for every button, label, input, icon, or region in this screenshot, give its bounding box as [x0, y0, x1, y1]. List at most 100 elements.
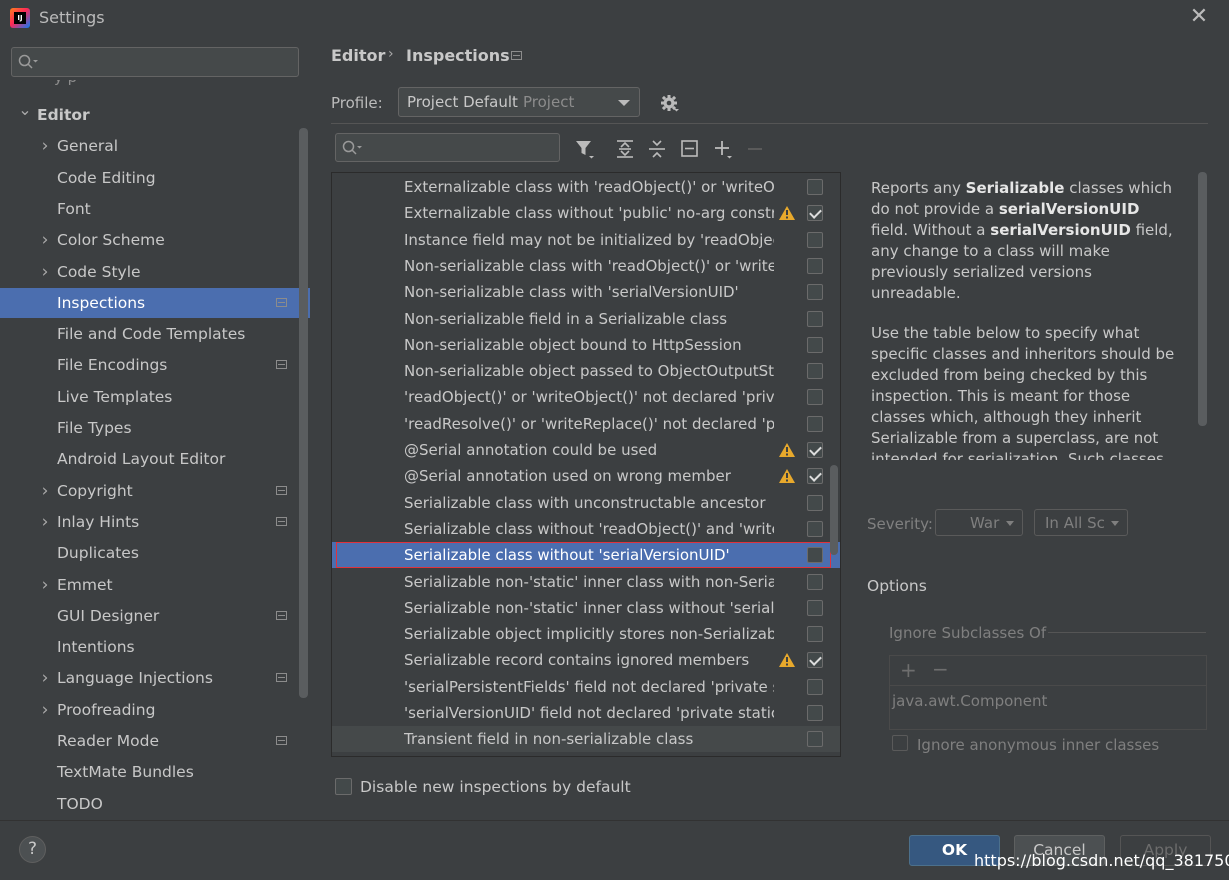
add-icon[interactable] [713, 139, 735, 161]
inspection-enabled-checkbox[interactable] [807, 363, 823, 380]
filter-icon[interactable] [575, 139, 597, 161]
inspection-enabled-checkbox[interactable] [807, 284, 823, 301]
help-button[interactable]: ? [19, 836, 46, 863]
sidebar-item-proofreading[interactable]: › Proofreading [0, 695, 310, 725]
inspection-enabled-checkbox[interactable] [807, 310, 823, 327]
chevron-right-icon[interactable]: › [38, 507, 52, 537]
add-icon[interactable]: + [900, 658, 917, 682]
chevron-right-icon[interactable]: › [38, 131, 52, 161]
inspection-row[interactable]: Serializable non-'static' inner class wi… [332, 569, 840, 595]
sidebar-item-copyright[interactable]: › Copyright [0, 476, 310, 506]
sidebar-item-editor[interactable]: ⌄ Editor [0, 100, 310, 130]
sidebar-item-file-types[interactable]: File Types [0, 413, 310, 443]
chevron-right-icon[interactable]: › [38, 570, 52, 600]
inspection-enabled-checkbox[interactable] [807, 231, 823, 248]
sidebar-item-file-and-code-templates[interactable]: File and Code Templates [0, 319, 310, 349]
inspection-row[interactable]: 'readObject()' or 'writeObject()' not de… [332, 384, 840, 410]
inspection-enabled-checkbox[interactable] [807, 731, 823, 748]
inspection-search-input[interactable] [335, 133, 560, 162]
inspection-row[interactable]: Non-serializable object passed to Object… [332, 358, 840, 384]
inspection-row[interactable]: Serializable class without 'serialVersio… [332, 542, 840, 569]
chevron-right-icon[interactable]: › [38, 695, 52, 725]
sidebar-item-color-scheme[interactable]: › Color Scheme [0, 225, 310, 255]
inspection-enabled-checkbox[interactable] [807, 205, 823, 222]
inspection-row[interactable]: 'serialPersistentFields' field not decla… [332, 674, 840, 700]
inspection-row[interactable]: Transient field in non-serializable clas… [332, 726, 840, 753]
inspection-enabled-checkbox[interactable] [807, 336, 823, 353]
inspection-enabled-checkbox[interactable] [807, 257, 823, 274]
inspection-row[interactable]: 'readResolve()' or 'writeReplace()' not … [332, 411, 840, 437]
inspection-row[interactable]: Externalizable class with 'readObject()'… [332, 174, 840, 200]
inspection-row[interactable]: Non-serializable class with 'readObject(… [332, 253, 840, 279]
inspection-enabled-checkbox[interactable] [807, 494, 823, 511]
sidebar-item-live-templates[interactable]: Live Templates [0, 382, 310, 412]
sidebar-item-todo[interactable]: TODO [0, 789, 310, 819]
inspection-enabled-checkbox[interactable] [807, 705, 823, 721]
inspection-enabled-checkbox[interactable] [807, 547, 823, 564]
sidebar-item-emmet[interactable]: › Emmet [0, 570, 310, 600]
inspection-row[interactable]: Serializable object implicitly stores no… [332, 621, 840, 647]
close-icon[interactable]: ✕ [1188, 6, 1210, 28]
inspection-row[interactable]: 'serialVersionUID' field not declared 'p… [332, 700, 840, 726]
collapse-all-icon[interactable] [647, 139, 667, 159]
inspection-enabled-checkbox[interactable] [807, 389, 823, 406]
sidebar-item-inspections[interactable]: Inspections [0, 287, 310, 318]
inspection-label: @Serial annotation could be used [404, 441, 658, 459]
sidebar-item-general[interactable]: › General [0, 131, 310, 161]
sidebar-item-inlay-hints[interactable]: › Inlay Hints [0, 507, 310, 537]
breadcrumb-parent[interactable]: Editor [331, 46, 385, 65]
inspection-enabled-checkbox[interactable] [807, 179, 823, 195]
chevron-right-icon[interactable]: › [38, 225, 52, 255]
ignore-anonymous-checkbox[interactable] [892, 735, 908, 751]
inspection-row[interactable]: Serializable non-'static' inner class wi… [332, 595, 840, 621]
remove-icon[interactable]: − [932, 657, 949, 681]
sidebar-item-font[interactable]: Font [0, 194, 310, 224]
inspection-row[interactable]: @Serial annotation used on wrong member [332, 463, 840, 489]
inspection-row[interactable]: Non-serializable object bound to HttpSes… [332, 332, 840, 358]
gear-icon[interactable] [660, 94, 680, 114]
sidebar-item-code-style[interactable]: › Code Style [0, 257, 310, 287]
disable-new-inspections-checkbox[interactable] [335, 778, 352, 795]
inspection-row[interactable]: Serializable class without 'readObject()… [332, 516, 840, 542]
inspection-enabled-checkbox[interactable] [807, 442, 823, 458]
sidebar-item-language-injections[interactable]: › Language Injections [0, 663, 310, 693]
inspection-enabled-checkbox[interactable] [807, 599, 823, 616]
inspection-row[interactable]: Non-serializable field in a Serializable… [332, 306, 840, 332]
sidebar-search-input[interactable] [11, 47, 299, 77]
inspection-enabled-checkbox[interactable] [807, 652, 823, 669]
remove-icon[interactable] [746, 139, 764, 159]
ignore-class-item[interactable]: java.awt.Component [892, 692, 1047, 710]
sidebar-item-intentions[interactable]: Intentions [0, 632, 310, 662]
chevron-right-icon[interactable]: › [38, 663, 52, 693]
chevron-right-icon[interactable]: › [38, 476, 52, 506]
sidebar-item-gui-designer[interactable]: GUI Designer [0, 601, 310, 631]
sidebar-item-android-layout-editor[interactable]: Android Layout Editor [0, 444, 310, 474]
sidebar-scrollbar[interactable] [299, 128, 308, 698]
inspection-row[interactable]: Serializable record contains ignored mem… [332, 647, 840, 673]
severity-dropdown[interactable]: War [935, 509, 1023, 536]
inspection-enabled-checkbox[interactable] [807, 573, 823, 590]
inspection-enabled-checkbox[interactable] [807, 626, 823, 643]
inspection-row[interactable]: Non-serializable class with 'serialVersi… [332, 279, 840, 305]
list-scrollbar[interactable] [830, 465, 838, 555]
sidebar-item-file-encodings[interactable]: File Encodings [0, 350, 310, 380]
inspection-enabled-checkbox[interactable] [807, 468, 823, 485]
description-scrollbar[interactable] [1198, 172, 1207, 426]
inspection-row[interactable]: Externalizable class without 'public' no… [332, 200, 840, 226]
scope-dropdown[interactable]: In All Sc [1034, 509, 1128, 536]
chevron-down-icon[interactable]: ⌄ [18, 95, 32, 125]
inspection-row[interactable]: @Serial annotation could be used [332, 437, 840, 463]
inspection-enabled-checkbox[interactable] [807, 520, 823, 537]
sidebar-item-duplicates[interactable]: Duplicates [0, 538, 310, 568]
inspection-enabled-checkbox[interactable] [807, 678, 823, 695]
inspection-row[interactable]: Instance field may not be initialized by… [332, 227, 840, 253]
expand-all-icon[interactable] [615, 139, 635, 159]
sidebar-item-textmate-bundles[interactable]: TextMate Bundles [0, 757, 310, 787]
sidebar-item-code-editing[interactable]: Code Editing [0, 163, 310, 193]
sidebar-item-reader-mode[interactable]: Reader Mode [0, 726, 310, 756]
chevron-right-icon[interactable]: › [38, 257, 52, 287]
profile-dropdown[interactable]: Project Default Project [398, 87, 640, 117]
inspection-enabled-checkbox[interactable] [807, 415, 823, 432]
reset-icon[interactable] [680, 139, 700, 159]
inspection-row[interactable]: Serializable class with unconstructable … [332, 490, 840, 516]
